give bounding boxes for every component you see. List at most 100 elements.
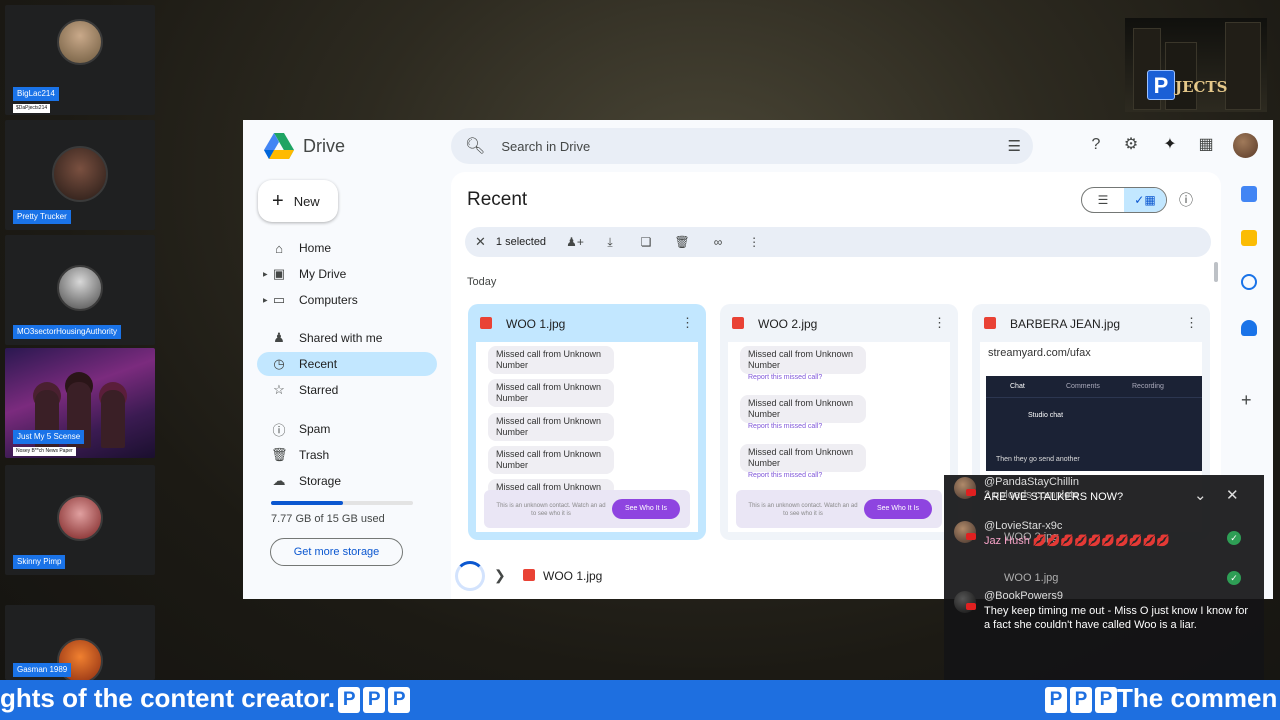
- info-icon[interactable]: ⓘ: [1179, 190, 1193, 210]
- gemini-icon[interactable]: ✦: [1160, 135, 1180, 155]
- chevron-right-icon[interactable]: ❯: [494, 567, 506, 584]
- thumb-text: Missed call from Unknown Number: [740, 395, 866, 423]
- file-card[interactable]: WOO 1.jpg ⋮ Missed call from Unknown Num…: [468, 304, 706, 540]
- sidebar-item-label: My Drive: [299, 267, 347, 281]
- participant-figure: [101, 390, 125, 448]
- participant-subtitle: $DaPjects214: [13, 104, 51, 113]
- participant-video-tile[interactable]: Just My 5 Scense Nosey B**ch News Paper: [5, 348, 155, 458]
- sidebar-item-label: Storage: [299, 474, 342, 488]
- share-icon[interactable]: ♟+: [566, 235, 584, 249]
- storage-meter: [271, 501, 413, 505]
- participant-tile[interactable]: Gasman 1989: [5, 605, 155, 680]
- delete-icon[interactable]: 🗑︎: [674, 235, 690, 249]
- sidebar-item-recent[interactable]: ◷ Recent: [257, 352, 437, 376]
- participant-name: BigLac214: [13, 87, 59, 101]
- new-button[interactable]: + New: [258, 180, 338, 222]
- keep-icon[interactable]: [1241, 230, 1257, 246]
- ticker-text: ghts of the content creator.: [0, 683, 336, 713]
- drive-logo[interactable]: Drive: [263, 132, 345, 160]
- avatar: [52, 146, 108, 202]
- thumb-text: Studio chat: [1028, 412, 1064, 419]
- participant-name: Pretty Trucker: [13, 210, 71, 224]
- thumb-text: streamyard.com/ufax: [988, 347, 1091, 359]
- thumb-text: Report this missed call?: [748, 472, 823, 479]
- file-thumbnail: Missed call from Unknown Number Missed c…: [476, 342, 698, 532]
- clock-icon: ◷: [273, 356, 285, 371]
- youtube-icon: [966, 533, 976, 540]
- thumb-text: This is an unknown contact. Watch an ad …: [748, 503, 858, 517]
- ticker-text: The commen: [1117, 683, 1278, 713]
- participant-tile[interactable]: BigLac214 $DaPjects214: [5, 5, 155, 115]
- file-name: WOO 1.jpg: [506, 317, 566, 331]
- add-addon-icon[interactable]: +: [1241, 390, 1252, 411]
- caret-right-icon[interactable]: ▶: [263, 271, 268, 278]
- caret-right-icon[interactable]: ▶: [263, 297, 268, 304]
- more-vert-icon[interactable]: ⋮: [933, 315, 946, 331]
- news-ticker: ghts of the content creator. P P P P P P The c…: [0, 680, 1280, 720]
- image-file-icon: [480, 317, 492, 329]
- chat-username: @LovieStar-x9c: [984, 520, 1063, 532]
- live-chat-overlay: 2 uploads complete ⌄ ✕ @PandaStayChillin…: [944, 475, 1264, 680]
- thumb-text: This is an unknown contact. Watch an ad …: [496, 503, 606, 517]
- sidebar-item-computers[interactable]: ▶ ▭ Computers: [257, 288, 437, 312]
- participant-column: BigLac214 $DaPjects214 Pretty Trucker MO…: [0, 0, 160, 680]
- avatar: [57, 19, 103, 65]
- ticker-badge: P: [388, 687, 411, 713]
- link-icon[interactable]: ∞: [710, 235, 726, 249]
- list-view-icon[interactable]: ☰: [1082, 188, 1124, 212]
- help-icon[interactable]: ?: [1086, 135, 1106, 155]
- ticker-badge: P: [363, 687, 386, 713]
- tasks-icon[interactable]: [1241, 274, 1257, 290]
- more-vert-icon[interactable]: ⋮: [746, 235, 762, 249]
- participant-tile[interactable]: Skinny Pimp: [5, 465, 155, 575]
- get-storage-button[interactable]: Get more storage: [270, 538, 403, 566]
- participant-name: Just My 5 Scense: [13, 430, 85, 444]
- sidebar-item-starred[interactable]: ☆ Starred: [257, 378, 437, 402]
- filter-icon[interactable]: ☰: [1008, 137, 1021, 155]
- apps-grid-icon[interactable]: ▦: [1196, 135, 1216, 155]
- chat-text: Jaz Hush 💋💋💋💋💋💋💋💋💋💋: [984, 535, 1170, 547]
- sidebar-item-label: Shared with me: [299, 331, 383, 345]
- clear-selection-icon[interactable]: ✕: [475, 234, 486, 250]
- ticker-segment: P P P The commen: [1042, 683, 1277, 714]
- calendar-icon[interactable]: [1241, 186, 1257, 202]
- participant-tile[interactable]: Pretty Trucker: [5, 120, 155, 230]
- account-avatar[interactable]: [1233, 133, 1258, 158]
- sidebar-item-my-drive[interactable]: ▶ ▣ My Drive: [257, 262, 437, 286]
- chat-username: @BookPowers9: [984, 590, 1064, 602]
- avatar: [57, 265, 103, 311]
- thumb-ad-box: This is an unknown contact. Watch an ad …: [736, 490, 942, 528]
- sidebar-item-spam[interactable]: ⓘ Spam: [257, 417, 437, 441]
- search-input[interactable]: Search in Drive: [501, 139, 590, 154]
- ticker-badge: P: [338, 687, 361, 713]
- view-toggle[interactable]: ☰ ✓▦: [1081, 187, 1167, 213]
- more-vert-icon[interactable]: ⋮: [1185, 315, 1198, 331]
- sidebar-item-storage[interactable]: ☁ Storage: [257, 469, 437, 493]
- image-file-icon: [984, 317, 996, 329]
- channel-logo: P JECTS: [1125, 18, 1267, 112]
- sidebar-item-shared[interactable]: ♟ Shared with me: [257, 326, 437, 350]
- ticker-badge: P: [1095, 687, 1117, 713]
- sidebar-item-label: Spam: [299, 422, 331, 436]
- storage-usage-text: 7.77 GB of 15 GB used: [271, 513, 385, 525]
- more-vert-icon[interactable]: ⋮: [681, 315, 694, 331]
- move-icon[interactable]: ❏: [638, 235, 654, 249]
- file-name: BARBERA JEAN.jpg: [1010, 317, 1121, 331]
- thumb-text: Then they go send another: [996, 456, 1080, 463]
- download-icon[interactable]: ⤓: [602, 235, 618, 250]
- sidebar-item-home[interactable]: ⌂ Home: [257, 236, 437, 260]
- participant-tile[interactable]: MO3sectorHousingAuthority: [5, 235, 155, 345]
- thumb-text: Missed call from Unknown Number: [740, 346, 866, 374]
- contacts-icon[interactable]: [1241, 320, 1257, 336]
- sidebar-item-label: Recent: [299, 357, 338, 371]
- scrollbar[interactable]: [1214, 262, 1218, 282]
- thumb-text: Missed call from Unknown Number: [740, 444, 866, 472]
- participant-name: Gasman 1989: [13, 663, 72, 677]
- file-card[interactable]: WOO 2.jpg ⋮ Missed call from Unknown Num…: [720, 304, 958, 540]
- gear-icon[interactable]: ⚙: [1121, 135, 1141, 155]
- search-icon[interactable]: 🔍︎: [465, 136, 485, 156]
- home-icon: ⌂: [275, 240, 283, 256]
- search-bar[interactable]: 🔍︎ Search in Drive ☰: [451, 128, 1033, 164]
- sidebar-item-trash[interactable]: 🗑︎ Trash: [257, 443, 437, 467]
- grid-view-icon[interactable]: ✓▦: [1124, 188, 1166, 212]
